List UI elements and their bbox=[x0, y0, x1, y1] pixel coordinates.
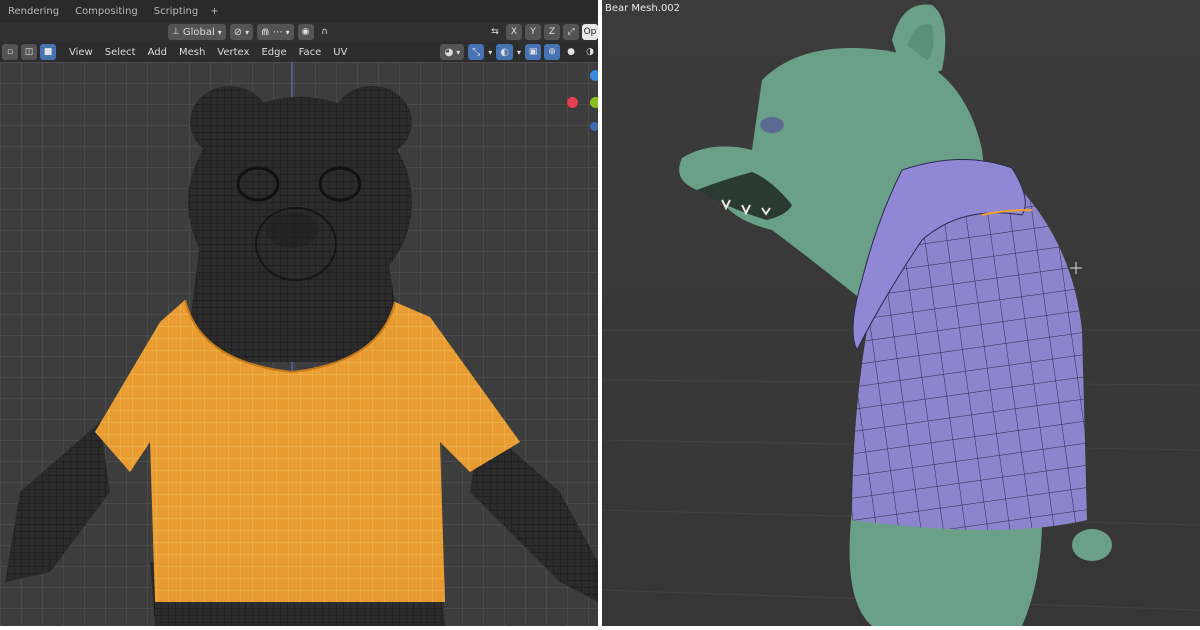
tab-scripting[interactable]: Scripting bbox=[146, 0, 206, 22]
proportional-edit-icon[interactable]: ◉ bbox=[297, 24, 314, 40]
menu-vertex[interactable]: Vertex bbox=[211, 42, 255, 62]
menu-view[interactable]: View bbox=[63, 42, 99, 62]
chevron-down-icon: ▾ bbox=[456, 47, 461, 57]
options-button[interactable]: Op bbox=[582, 24, 598, 40]
chevron-down-icon: ▾ bbox=[488, 47, 493, 57]
gizmo-icon: ⤡ bbox=[472, 46, 481, 58]
axis-y-button[interactable]: Y bbox=[525, 24, 541, 40]
chevron-down-icon: ▾ bbox=[245, 27, 250, 37]
mirror-icon[interactable]: ⇆ bbox=[487, 24, 503, 40]
select-mode-face-icon[interactable]: ■ bbox=[40, 44, 56, 60]
viewport-header: ⊥ Global ▾ ⊘ ▾ ⋒ ⋯ ▾ ◉ ∩ ⇆ X Y Z ⤢ Op bbox=[0, 22, 598, 42]
overlays-icon: ◐ bbox=[500, 46, 509, 58]
snap-dropdown[interactable]: ⋒ ⋯ ▾ bbox=[257, 24, 294, 40]
visibility-dropdown[interactable]: ◕ ▾ bbox=[440, 44, 465, 60]
left-arm-mesh bbox=[5, 422, 110, 582]
orientation-label: Global bbox=[182, 26, 215, 38]
magnet-icon: ⋒ bbox=[261, 26, 270, 38]
gizmo-y-dot[interactable] bbox=[590, 97, 598, 108]
gizmo-z-dot[interactable] bbox=[590, 70, 598, 81]
chevron-down-icon: ▾ bbox=[516, 47, 521, 57]
wireframe-shading-icon[interactable]: ⊕ bbox=[544, 44, 560, 60]
menu-uv[interactable]: UV bbox=[327, 42, 353, 62]
eye-icon: ◕ bbox=[444, 46, 454, 58]
chevron-down-icon: ▾ bbox=[217, 27, 222, 37]
tab-compositing[interactable]: Compositing bbox=[67, 0, 146, 22]
menu-select[interactable]: Select bbox=[99, 42, 142, 62]
object-name-label: Bear Mesh.002 bbox=[605, 3, 681, 14]
menu-mesh[interactable]: Mesh bbox=[173, 42, 211, 62]
right-viewport-panel[interactable]: Bear Mesh.002 bbox=[602, 0, 1200, 626]
falloff-icon[interactable]: ∩ bbox=[317, 24, 333, 40]
select-mode-vertex-icon[interactable]: ▫ bbox=[2, 44, 18, 60]
gizmo-x-dot[interactable] bbox=[567, 97, 578, 108]
pivot-dropdown[interactable]: ⊘ ▾ bbox=[229, 24, 254, 40]
menu-face[interactable]: Face bbox=[293, 42, 328, 62]
overlays-dropdown[interactable]: ◐ bbox=[496, 44, 513, 60]
axis-z-button[interactable]: Z bbox=[544, 24, 560, 40]
select-mode-edge-icon[interactable]: ◫ bbox=[21, 44, 37, 60]
add-workspace-button[interactable]: + bbox=[206, 0, 222, 22]
left-ear-mesh bbox=[190, 86, 270, 158]
right-ear-mesh bbox=[332, 86, 412, 158]
tab-rendering[interactable]: Rendering bbox=[0, 0, 67, 22]
shading-sphere-icon[interactable]: ● bbox=[563, 44, 579, 60]
bear-shaded-render bbox=[602, 0, 1200, 626]
workspace-tab-bar: Rendering Compositing Scripting + bbox=[0, 0, 598, 22]
menu-add[interactable]: Add bbox=[142, 42, 173, 62]
topology-icon[interactable]: ⤢ bbox=[563, 24, 579, 40]
render-shading-icon[interactable]: ◑ bbox=[582, 44, 598, 60]
viewport-menu-bar: ▫ ◫ ■ View Select Add Mesh Vertex Edge F… bbox=[0, 42, 598, 62]
bear-wireframe-mesh bbox=[5, 62, 598, 626]
axis-x-button[interactable]: X bbox=[506, 24, 522, 40]
edit-mode-viewport[interactable] bbox=[0, 62, 598, 626]
orientation-dropdown[interactable]: ⊥ Global ▾ bbox=[168, 24, 226, 40]
gizmo-neg-dot[interactable] bbox=[590, 122, 598, 131]
left-viewport-panel: Rendering Compositing Scripting + ⊥ Glob… bbox=[0, 0, 598, 626]
orientation-icon: ⊥ bbox=[172, 27, 180, 37]
pivot-icon: ⊘ bbox=[233, 26, 243, 38]
gizmo-dropdown[interactable]: ⤡ bbox=[468, 44, 485, 60]
snap-target-icon: ⋯ bbox=[272, 26, 283, 38]
chevron-down-icon: ▾ bbox=[285, 27, 290, 37]
xray-icon[interactable]: ▣ bbox=[525, 44, 541, 60]
menu-edge[interactable]: Edge bbox=[255, 42, 292, 62]
